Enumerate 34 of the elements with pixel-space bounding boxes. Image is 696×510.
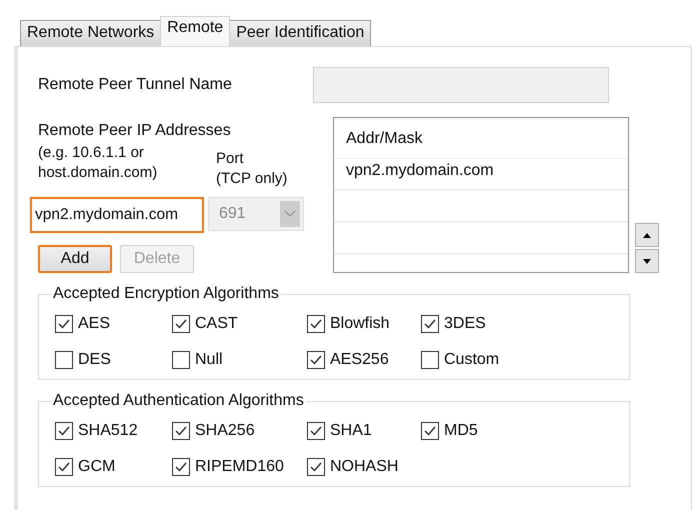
checkbox[interactable]: SHA256 [172,418,307,444]
scroll-up-button[interactable] [635,223,659,247]
button[interactable]: Add [38,245,112,273]
list-item[interactable]: vpn2.mydomain.com [334,159,628,191]
checkbox[interactable]: GCM [55,454,172,480]
caret-icon [280,201,300,227]
checkbox[interactable]: Blowfish [307,311,421,337]
tab[interactable]: Remote Networks [20,20,162,46]
checkbox[interactable]: SHA512 [55,418,172,444]
checkbox[interactable]: AES [55,311,172,337]
checkbox[interactable]: DES [55,347,172,373]
field-label: Remote Peer IP Addresses [38,121,232,141]
down-arrow-icon [643,258,651,264]
checkbox[interactable]: AES256 [307,347,421,373]
port-label: Port (TCP only) [216,149,288,189]
checkbox[interactable]: RIPEMD160 [172,454,307,480]
checkbox[interactable]: Null [172,347,307,373]
hint-text: (e.g. 10.6.1.1 or host.domain.com) [38,143,158,183]
tab[interactable]: Peer Identification [229,20,372,46]
checkbox[interactable]: SHA1 [307,418,421,444]
checkbox[interactable]: 3DES [421,311,561,337]
address-input[interactable]: vpn2.mydomain.com [30,197,204,233]
address-list[interactable]: Addr/Mask vpn2.mydomain.com [333,117,629,273]
group-title: Accepted Authentication Algorithms [52,392,305,410]
checkbox[interactable]: NOHASH [307,454,421,480]
checkbox[interactable]: MD5 [421,418,561,444]
scroll-down-button[interactable] [635,249,659,273]
field-label: Remote Peer Tunnel Name [38,76,233,94]
up-arrow-icon [643,232,651,238]
tab[interactable]: Remote [160,16,230,46]
checkbox[interactable]: Custom [421,347,561,373]
group-title: Accepted Encryption Algorithms [52,285,280,303]
checkbox[interactable]: CAST [172,311,307,337]
column-header: Addr/Mask [334,118,628,159]
